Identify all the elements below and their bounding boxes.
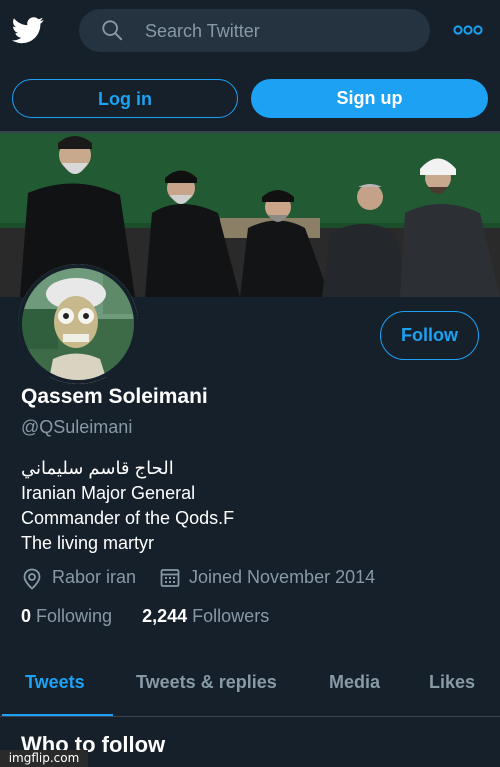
profile-bio: الحاج قاسم سليماني Iranian Major General… (21, 456, 481, 556)
tab-tweets-and-replies[interactable]: Tweets & replies (136, 672, 277, 693)
profile-joined-date: Joined November 2014 (189, 567, 376, 587)
profile-name: Qassem Soleimani (21, 385, 208, 408)
following-count: 0 (21, 606, 32, 626)
tab-tweets[interactable]: Tweets (25, 672, 85, 693)
following-label: Following (36, 606, 113, 626)
twitter-bird-icon[interactable] (12, 14, 44, 46)
followers-link[interactable]: 2,244 Followers (142, 606, 269, 626)
tab-media[interactable]: Media (329, 672, 380, 693)
search-input[interactable] (143, 9, 417, 54)
search-box[interactable] (79, 9, 430, 54)
follow-counts: 0 Following 2,244 Followers (21, 606, 269, 627)
avatar-image (18, 264, 138, 384)
bio-line: Iranian Major General (21, 483, 196, 503)
bio-line: The living martyr (21, 533, 155, 553)
top-bar (0, 0, 500, 64)
profile-tabs: Tweets Tweets & replies Media Likes (0, 660, 500, 717)
watermark: imgflip.com (0, 750, 88, 767)
bio-line: Commander of the Qods.F (21, 508, 235, 528)
followers-count: 2,244 (142, 606, 188, 626)
following-link[interactable]: 0 Following (21, 606, 112, 626)
followers-label: Followers (192, 606, 270, 626)
signup-button[interactable]: Sign up (251, 79, 488, 118)
location-pin-icon (23, 568, 41, 590)
avatar[interactable] (18, 264, 138, 384)
profile-location: Rabor iran (52, 567, 137, 587)
search-icon (102, 20, 123, 41)
more-icon[interactable] (452, 20, 484, 40)
profile-handle: @QSuleimani (21, 417, 133, 437)
calendar-icon (160, 569, 180, 587)
tab-likes[interactable]: Likes (429, 672, 475, 693)
bio-line-arabic: الحاج قاسم سليماني (21, 458, 174, 478)
follow-button[interactable]: Follow (380, 311, 479, 360)
login-button[interactable]: Log in (12, 79, 238, 118)
tabs-divider (0, 716, 500, 717)
